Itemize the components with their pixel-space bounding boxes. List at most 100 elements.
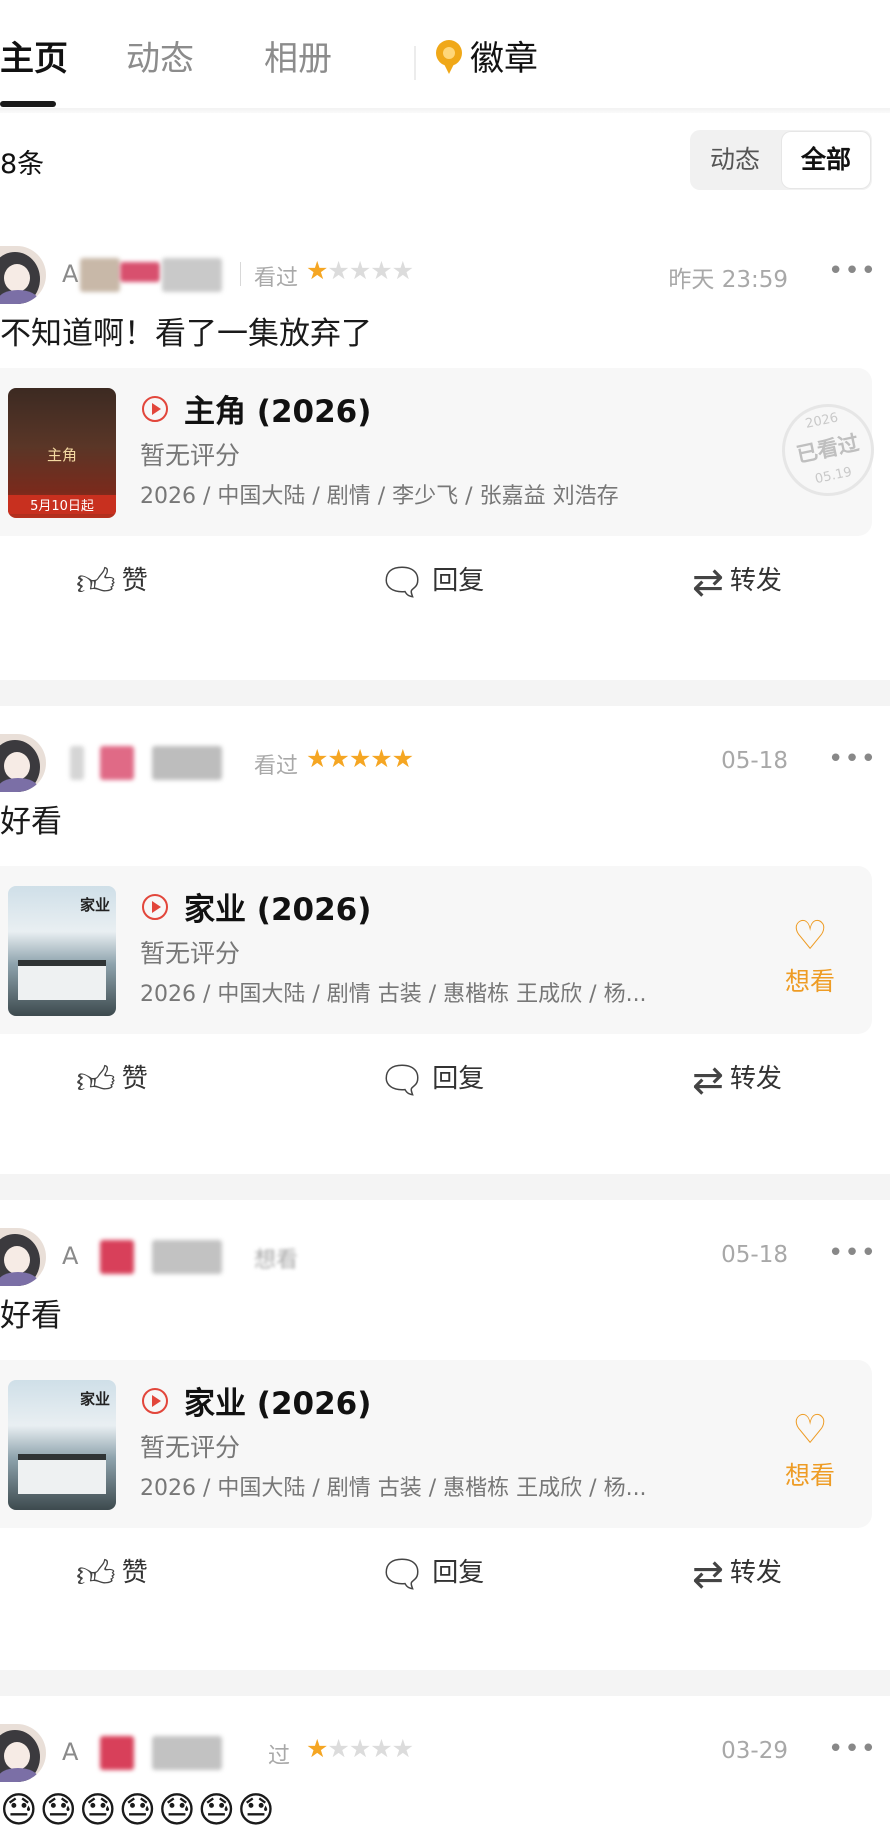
movie-poster[interactable]: 家业 (8, 886, 116, 1016)
share-label: 转发 (729, 1064, 782, 1094)
want-to-watch-button[interactable]: ♡ 想看 (778, 916, 842, 998)
poster-house (18, 1454, 106, 1494)
reply-label: 回复 (432, 1064, 485, 1094)
movie-title: 主角 (2026) (184, 394, 372, 430)
tab-activity[interactable]: 动态 (126, 36, 194, 82)
thumbs-up-icon: 👍︎ (76, 560, 116, 604)
want-to-watch-label: 想看 (784, 967, 835, 996)
comment-icon: 🗨︎ (378, 560, 427, 604)
username[interactable]: A (62, 260, 78, 288)
blurred-username (100, 1736, 134, 1770)
share-button[interactable]: ⇄ 转发 (692, 560, 782, 604)
profile-tab-bar: 主页 动态 相册 徽章 (0, 0, 890, 110)
movie-info: 2026 / 中国大陆 / 剧情 / 李少飞 / 张嘉益 刘浩存 (140, 484, 619, 509)
star-rating: ★★★★★ (306, 744, 414, 773)
post-divider (0, 680, 890, 706)
active-tab-indicator (0, 101, 56, 107)
username[interactable]: A (62, 1242, 78, 1270)
blurred-username (152, 746, 222, 780)
tab-badges[interactable]: 徽章 (436, 36, 538, 82)
medal-icon (436, 40, 462, 74)
blurred-username (80, 258, 120, 292)
movie-card[interactable]: 家业 家业 (2026) 暂无评分 2026 / 中国大陆 / 剧情 古装 / … (0, 1360, 872, 1528)
poster-house (18, 960, 106, 1000)
post-actions: 👍︎ 赞 🗨︎ 回复 ⇄ 转发 (0, 1546, 890, 1606)
movie-poster[interactable]: 主角 5月10日起 (8, 388, 116, 518)
blurred-username (162, 258, 222, 292)
poster-title: 家业 (79, 1390, 110, 1408)
avatar[interactable] (0, 1228, 46, 1286)
poster-title: 主角 (46, 446, 77, 464)
like-button[interactable]: 👍︎ 赞 (76, 560, 148, 606)
heart-plus-icon: ♡ (792, 913, 828, 959)
more-options-icon[interactable]: ••• (828, 1734, 877, 1764)
reply-button[interactable]: 🗨︎ 回复 (378, 560, 484, 605)
repost-icon: ⇄ (692, 560, 724, 604)
reply-label: 回复 (432, 1558, 485, 1588)
more-options-icon[interactable]: ••• (828, 744, 877, 774)
play-icon (142, 396, 168, 422)
share-label: 转发 (729, 566, 782, 596)
share-button[interactable]: ⇄ 转发 (692, 1552, 782, 1596)
username[interactable]: A (62, 1738, 78, 1766)
blurred-username (152, 1240, 222, 1274)
like-label: 赞 (121, 1064, 148, 1094)
movie-poster[interactable]: 家业 (8, 1380, 116, 1510)
star-icon: ★ (306, 1734, 328, 1763)
feed-post: 看过 ★★★★★ 05-18 ••• 好看 家业 家业 (2026) 暂无评分 … (0, 706, 890, 1174)
like-button[interactable]: 👍︎ 赞 (76, 1552, 148, 1598)
avatar[interactable] (0, 1724, 46, 1782)
reply-button[interactable]: 🗨︎ 回复 (378, 1058, 484, 1103)
share-button[interactable]: ⇄ 转发 (692, 1058, 782, 1102)
tab-album[interactable]: 相册 (264, 36, 332, 82)
movie-title: 家业 (2026) (184, 1386, 372, 1422)
avatar[interactable] (0, 734, 46, 792)
post-count: 8条 (0, 149, 45, 180)
play-icon (142, 1388, 168, 1414)
blurred-username (120, 262, 160, 282)
movie-info: 2026 / 中国大陆 / 剧情 古装 / 惠楷栋 王成欣 / 杨... (140, 1476, 647, 1501)
poster-title: 家业 (79, 896, 110, 914)
post-actions: 👍︎ 赞 🗨︎ 回复 ⇄ 转发 (0, 554, 890, 614)
watched-stamp-icon: 2026 已看过 05.19 (773, 395, 883, 505)
movie-score: 暂无评分 (140, 441, 241, 470)
comment-icon: 🗨︎ (378, 1058, 427, 1102)
play-icon (142, 894, 168, 920)
like-button[interactable]: 👍︎ 赞 (76, 1058, 148, 1104)
post-actions: 👍︎ 赞 🗨︎ 回复 ⇄ 转发 (0, 1052, 890, 1112)
separator (240, 262, 241, 286)
share-label: 转发 (729, 1558, 782, 1588)
post-time: 03-29 (721, 1738, 788, 1764)
heart-plus-icon: ♡ (792, 1407, 828, 1453)
star-icon: ★★★★★ (306, 744, 414, 773)
post-time: 昨天 23:59 (668, 267, 788, 293)
blurred-username (100, 746, 134, 780)
want-to-watch-button[interactable]: ♡ 想看 (778, 1410, 842, 1492)
movie-card[interactable]: 家业 家业 (2026) 暂无评分 2026 / 中国大陆 / 剧情 古装 / … (0, 866, 872, 1034)
more-options-icon[interactable]: ••• (828, 256, 877, 286)
filter-segmented-control: 动态 全部 (690, 130, 872, 190)
filter-all-button[interactable]: 全部 (782, 132, 870, 188)
feed-post: A 想看 05-18 ••• 好看 家业 家业 (2026) 暂无评分 2026… (0, 1200, 890, 1670)
post-text: 好看 (0, 804, 62, 840)
blurred-username (100, 1240, 134, 1274)
reply-button[interactable]: 🗨︎ 回复 (378, 1552, 484, 1597)
watch-status: 看过 (254, 266, 299, 291)
avatar[interactable] (0, 246, 46, 304)
like-label: 赞 (121, 1558, 148, 1588)
repost-icon: ⇄ (692, 1058, 724, 1102)
reply-label: 回复 (432, 566, 485, 596)
movie-card[interactable]: 主角 5月10日起 主角 (2026) 暂无评分 2026 / 中国大陆 / 剧… (0, 368, 883, 536)
more-options-icon[interactable]: ••• (828, 1238, 877, 1268)
want-to-watch-label: 想看 (784, 1461, 835, 1490)
filter-activity-button[interactable]: 动态 (690, 130, 780, 190)
post-text: 不知道啊！看了一集放弃了 (0, 316, 372, 352)
movie-info: 2026 / 中国大陆 / 剧情 古装 / 惠楷栋 王成欣 / 杨... (140, 982, 647, 1007)
tab-home[interactable]: 主页 (0, 36, 68, 82)
tab-badges-label: 徽章 (470, 39, 538, 79)
repost-icon: ⇄ (692, 1552, 724, 1596)
comment-icon: 🗨︎ (378, 1552, 427, 1596)
movie-score: 暂无评分 (140, 1433, 241, 1462)
star-icon: ★ (306, 256, 328, 285)
star-icon: ★★★★ (327, 1734, 414, 1763)
